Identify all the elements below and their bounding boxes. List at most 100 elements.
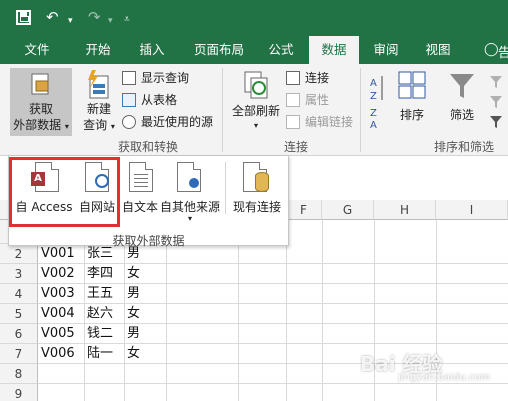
tab-file[interactable]: 文件 bbox=[14, 36, 60, 64]
group-label-connections: 连接 bbox=[284, 140, 309, 154]
customize-qat-icon[interactable]: ⩡ bbox=[124, 11, 130, 29]
cell-a5[interactable]: V004 bbox=[39, 304, 75, 324]
row-header[interactable]: 8 bbox=[0, 364, 38, 384]
undo-icon[interactable]: ↶ bbox=[46, 8, 59, 26]
sort-dialog-icon bbox=[398, 71, 426, 99]
ribbon-separator bbox=[360, 68, 361, 152]
ribbon-separator bbox=[222, 68, 223, 152]
filter-button[interactable]: 筛选 bbox=[442, 68, 482, 136]
row-header[interactable]: 3 bbox=[0, 264, 38, 284]
ribbon-data-tab: 获取 外部数据 ▾ 新建 查询 ▾ 显示查询 从表格 最近使用的源 获取和转换 bbox=[0, 64, 508, 156]
cell-c5[interactable]: 女 bbox=[125, 304, 140, 324]
tell-me-text[interactable]: 告 bbox=[498, 42, 508, 61]
column-header-h[interactable]: H bbox=[374, 200, 436, 220]
cell-a7[interactable]: V006 bbox=[39, 344, 75, 364]
cell-c7[interactable]: 女 bbox=[125, 344, 140, 364]
row-header[interactable]: 7 bbox=[0, 344, 38, 364]
get-external-data-button[interactable]: 获取 外部数据 ▾ bbox=[10, 68, 72, 136]
row-header[interactable]: 9 bbox=[0, 384, 38, 401]
recent-sources-button[interactable]: 最近使用的源 bbox=[122, 112, 213, 132]
existing-connections-button[interactable]: 现有连接 bbox=[229, 160, 285, 218]
get-external-line2: 外部数据 bbox=[13, 118, 62, 132]
edit-links-icon bbox=[286, 115, 300, 129]
ribbon-tab-bar: 文件 开始 插入 页面布局 公式 数据 审阅 视图 ◯ 告 bbox=[0, 36, 508, 64]
lightbulb-icon[interactable]: ◯ bbox=[484, 42, 499, 57]
external-data-icon bbox=[31, 73, 49, 95]
sort-ascending-button[interactable]: A Z Z A bbox=[366, 68, 388, 132]
properties-button[interactable]: 属性 bbox=[286, 90, 329, 110]
text-lines-icon bbox=[134, 174, 148, 175]
dropdown-separator bbox=[225, 162, 226, 214]
column-header-g[interactable]: G bbox=[322, 200, 374, 220]
clear-filter-icon bbox=[490, 76, 502, 128]
chevron-down-icon: ▾ bbox=[187, 214, 192, 223]
tab-insert[interactable]: 插入 bbox=[128, 36, 176, 64]
sort-button[interactable]: 排序 bbox=[392, 68, 432, 136]
new-query-icon bbox=[88, 70, 109, 99]
from-table-button[interactable]: 从表格 bbox=[122, 90, 177, 110]
cell-c6[interactable]: 男 bbox=[125, 324, 140, 344]
cell-c3[interactable]: 女 bbox=[125, 264, 140, 284]
cell-a6[interactable]: V005 bbox=[39, 324, 75, 344]
chevron-down-icon: ▾ bbox=[64, 122, 69, 131]
group-label-get-transform: 获取和转换 bbox=[118, 140, 179, 154]
from-other-sources-label: 自其他来源 bbox=[159, 200, 220, 214]
get-external-line1: 获取 bbox=[28, 102, 53, 116]
cell-b4[interactable]: 王五 bbox=[85, 284, 113, 304]
filter-label: 筛选 bbox=[449, 108, 474, 122]
tab-page-layout[interactable]: 页面布局 bbox=[184, 36, 254, 64]
cell-b7[interactable]: 陆一 bbox=[85, 344, 113, 364]
column-header-f[interactable]: F bbox=[286, 200, 322, 220]
row-header[interactable]: 4 bbox=[0, 284, 38, 304]
text-file-icon bbox=[129, 162, 153, 192]
show-queries-button[interactable]: 显示查询 bbox=[122, 68, 189, 88]
database-icon bbox=[255, 172, 269, 192]
edit-links-button[interactable]: 编辑链接 bbox=[286, 112, 353, 132]
connections-button[interactable]: 连接 bbox=[286, 68, 329, 88]
other-sources-file-icon bbox=[177, 162, 201, 192]
grid-line bbox=[322, 220, 323, 401]
properties-icon bbox=[286, 93, 300, 107]
group-label-sort-filter: 排序和筛选 bbox=[434, 140, 495, 154]
grid-icon bbox=[122, 93, 136, 107]
svg-text:Z: Z bbox=[370, 108, 377, 119]
network-node-icon bbox=[189, 178, 199, 188]
row-header[interactable]: 6 bbox=[0, 324, 38, 344]
annotation-highlight-box bbox=[9, 157, 120, 227]
new-query-line2: 查询 bbox=[83, 118, 108, 132]
advanced-filter-icons[interactable] bbox=[488, 70, 506, 130]
tab-home[interactable]: 开始 bbox=[74, 36, 122, 64]
redo-icon[interactable]: ↷ bbox=[88, 8, 101, 26]
cell-a4[interactable]: V003 bbox=[39, 284, 75, 304]
existing-connections-label: 现有连接 bbox=[232, 200, 281, 214]
cell-c4[interactable]: 男 bbox=[125, 284, 140, 304]
from-text-label: 自文本 bbox=[121, 200, 158, 214]
new-query-button[interactable]: 新建 查询 ▾ bbox=[78, 68, 120, 136]
svg-text:A: A bbox=[370, 120, 377, 128]
cell-b5[interactable]: 赵六 bbox=[85, 304, 113, 324]
refresh-all-button[interactable]: 全部刷新 ▾ bbox=[228, 68, 284, 136]
tab-formulas[interactable]: 公式 bbox=[258, 36, 304, 64]
from-text-button[interactable]: 自文本 bbox=[121, 160, 159, 218]
from-other-sources-button[interactable]: 自其他来源 ▾ bbox=[159, 160, 221, 226]
row-header[interactable]: 5 bbox=[0, 304, 38, 324]
tab-review[interactable]: 审阅 bbox=[362, 36, 410, 64]
sort-label: 排序 bbox=[399, 108, 424, 122]
save-icon[interactable] bbox=[16, 10, 31, 25]
chevron-down-icon: ▾ bbox=[110, 122, 115, 131]
svg-text:A: A bbox=[370, 78, 377, 89]
sort-az-icon: A Z Z A bbox=[370, 76, 383, 128]
dropdown-caption: 获取外部数据 bbox=[112, 234, 185, 248]
cell-a3[interactable]: V002 bbox=[39, 264, 75, 284]
undo-dropdown-icon[interactable]: ▾ bbox=[68, 12, 73, 30]
redo-dropdown-icon[interactable]: ▾ bbox=[108, 12, 113, 30]
watermark-subtext: jingyan.baidu.com bbox=[398, 372, 491, 383]
cell-b6[interactable]: 钱二 bbox=[85, 324, 113, 344]
filter-icon bbox=[450, 74, 474, 98]
refresh-all-label: 全部刷新 bbox=[231, 104, 280, 118]
tab-data[interactable]: 数据 bbox=[309, 36, 359, 64]
cell-b3[interactable]: 李四 bbox=[85, 264, 113, 284]
column-header-i[interactable]: I bbox=[436, 200, 508, 220]
tab-view[interactable]: 视图 bbox=[414, 36, 462, 64]
chevron-down-icon: ▾ bbox=[253, 121, 258, 130]
